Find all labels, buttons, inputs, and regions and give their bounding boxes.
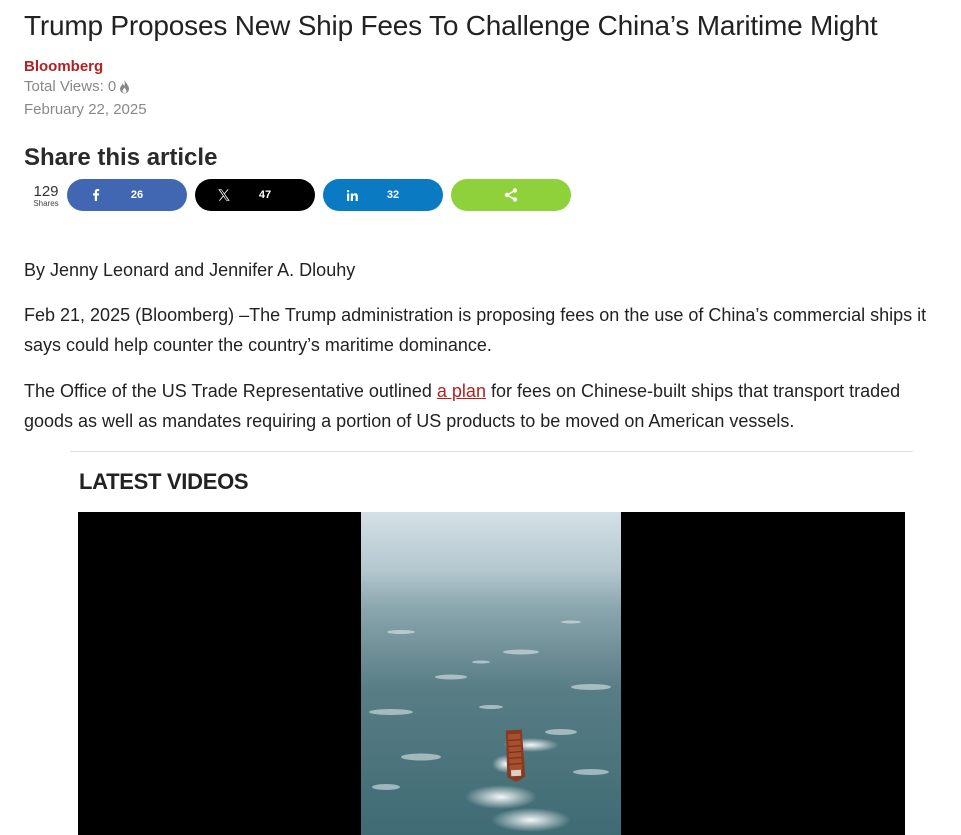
publish-date: February 22, 2025 [24,101,147,118]
paragraph-2-start: The Office of the US Trade Representativ… [24,381,437,401]
video-frame [361,512,621,835]
x-share-count: 47 [258,189,272,201]
share-icon [451,179,571,211]
video-player[interactable] [78,512,905,835]
facebook-share-button[interactable]: 26 [67,179,187,211]
section-divider [70,451,913,452]
share-total-count: 129 [33,183,59,200]
linkedin-share-count: 32 [386,189,400,201]
flame-icon [120,79,130,93]
source-link[interactable]: Bloomberg [24,58,103,75]
byline: By Jenny Leonard and Jennifer A. Dlouhy [24,260,356,280]
more-share-button[interactable] [451,179,571,211]
facebook-share-count: 26 [130,189,144,201]
linkedin-share-button[interactable]: 32 [323,179,443,211]
share-heading: Share this article [24,144,218,171]
plan-link[interactable]: a plan [437,381,486,401]
share-total-label: Shares [33,199,59,208]
paragraph-2: The Office of the US Trade Representativ… [24,376,939,436]
paragraph-1: Feb 21, 2025 (Bloomberg) –The Trump admi… [24,305,927,355]
total-views: Total Views: 0 [24,78,130,95]
views-label: Total Views: 0 [24,78,117,95]
article-title: Trump Proposes New Ship Fees To Challeng… [24,10,878,41]
ship-at-sea-image [361,512,621,835]
x-share-button[interactable]: 47 [195,179,315,211]
share-total: 129 Shares [30,184,62,209]
latest-videos-heading: LATEST VIDEOS [79,469,249,494]
